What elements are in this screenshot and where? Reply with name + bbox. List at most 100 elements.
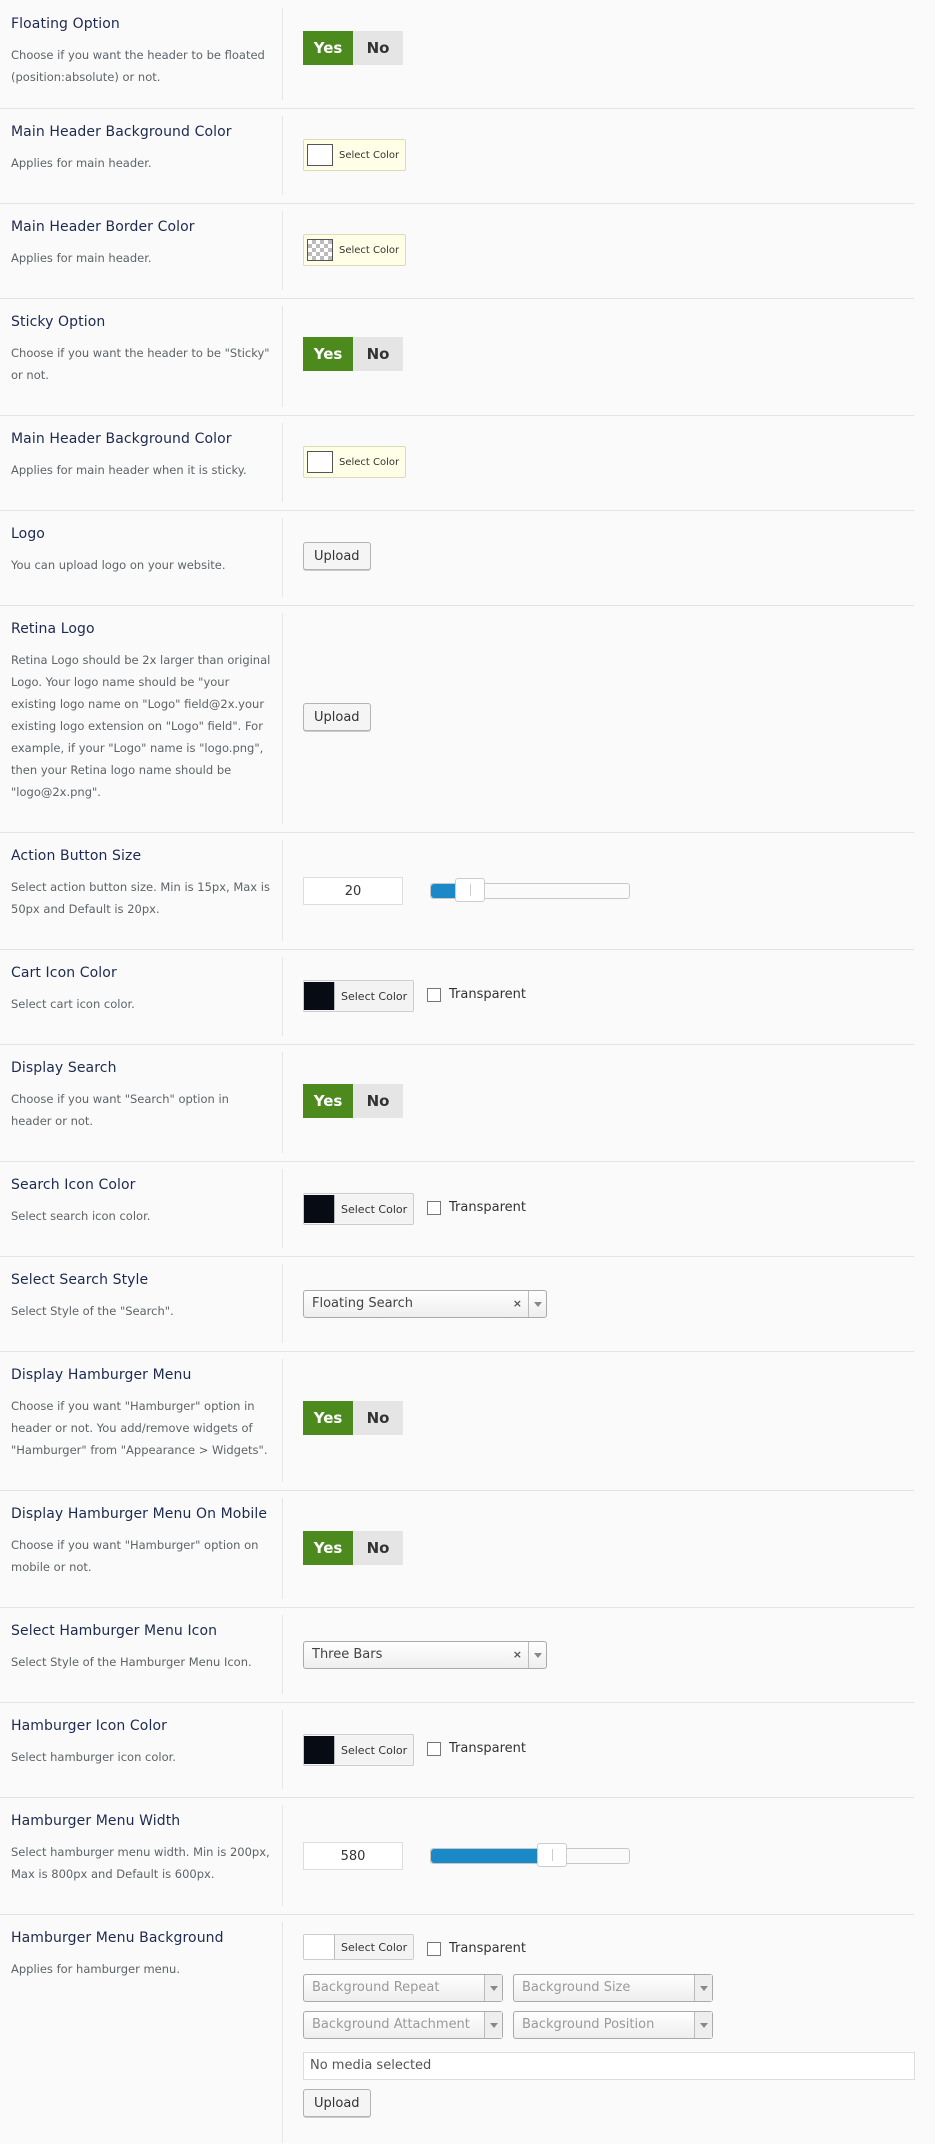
chevron-down-icon[interactable] [528, 1291, 546, 1317]
hamburger-icon-title: Select Hamburger Menu Icon [11, 1623, 218, 1639]
hamburger-width-desc: Select hamburger menu width. Min is 200p… [11, 1845, 270, 1881]
clear-selection-icon[interactable]: × [513, 1642, 522, 1668]
chevron-down-icon[interactable] [484, 1975, 502, 2001]
main-header-border-desc: Applies for main header. [11, 251, 152, 265]
sticky-option-title: Sticky Option [11, 314, 106, 330]
hamburger-bg-upload-button[interactable]: Upload [303, 2089, 371, 2117]
cart-transparent-option[interactable]: Transparent [427, 987, 526, 1002]
select-color-label: Select Color [334, 1195, 414, 1223]
retina-logo-title: Retina Logo [11, 621, 95, 637]
select-color-label: Select Color [339, 456, 400, 468]
hamburger-menu-switch[interactable]: Yes No [303, 1401, 403, 1435]
transparent-checkbox[interactable] [427, 1941, 441, 1956]
background-repeat-select[interactable]: Background Repeat [303, 1974, 503, 2002]
background-size-select[interactable]: Background Size [513, 1974, 713, 2002]
background-attachment-select[interactable]: Background Attachment [303, 2011, 503, 2039]
color-swatch [304, 1935, 334, 1959]
transparent-checkbox[interactable] [427, 1741, 441, 1756]
floating-yes-button[interactable]: Yes [303, 31, 353, 65]
slider-handle[interactable] [537, 1843, 568, 1867]
search-style-selected: Floating Search [312, 1296, 414, 1311]
hamburger-color-picker[interactable]: Select Color [303, 1734, 415, 1766]
floating-option-switch[interactable]: Yes No [303, 31, 403, 65]
search-style-select[interactable]: Floating Search × [303, 1290, 547, 1318]
hamburger-menu-desc: Choose if you want "Hamburger" option in… [11, 1399, 268, 1457]
chevron-down-icon[interactable] [694, 1975, 712, 2001]
transparent-checkbox[interactable] [427, 987, 441, 1002]
hamburger-bg-color-picker[interactable]: Select Color [303, 1934, 415, 1960]
cart-icon-color-picker[interactable]: Select Color [303, 980, 415, 1012]
slider-handle[interactable] [455, 878, 485, 902]
floating-option-title: Floating Option [11, 16, 120, 32]
hamburger-no-button[interactable]: No [353, 1401, 403, 1435]
hamburger-width-input[interactable]: 580 [303, 1842, 403, 1870]
search-icon-color-row: Search Icon Color Select search icon col… [0, 1161, 914, 1257]
sticky-header-bg-color-picker[interactable]: Select Color [303, 446, 407, 478]
hamburger-width-title: Hamburger Menu Width [11, 1813, 181, 1829]
chevron-down-icon[interactable] [528, 1642, 546, 1668]
hamburger-color-row: Hamburger Icon Color Select hamburger ic… [0, 1702, 914, 1798]
color-swatch [307, 451, 333, 473]
chevron-down-icon[interactable] [484, 2012, 502, 2038]
floating-no-button[interactable]: No [353, 31, 403, 65]
hamburger-transparent-option[interactable]: Transparent [427, 1741, 526, 1756]
display-search-switch[interactable]: Yes No [303, 1084, 403, 1118]
sticky-no-button[interactable]: No [353, 337, 403, 371]
hamburger-mobile-switch[interactable]: Yes No [303, 1531, 403, 1565]
hamburger-mobile-yes-button[interactable]: Yes [303, 1531, 353, 1565]
hamburger-bg-transparent-option[interactable]: Transparent [427, 1941, 526, 1956]
cart-icon-color-row: Cart Icon Color Select cart icon color. … [0, 949, 914, 1045]
background-position-select[interactable]: Background Position [513, 2011, 713, 2039]
color-swatch [304, 982, 334, 1010]
hamburger-mobile-desc: Choose if you want "Hamburger" option on… [11, 1538, 259, 1574]
select-color-label: Select Color [339, 244, 400, 256]
hamburger-icon-desc: Select Style of the Hamburger Menu Icon. [11, 1655, 252, 1669]
display-search-yes-button[interactable]: Yes [303, 1084, 353, 1118]
search-icon-color-desc: Select search icon color. [11, 1209, 151, 1223]
logo-upload-button[interactable]: Upload [303, 542, 371, 570]
hamburger-yes-button[interactable]: Yes [303, 1401, 353, 1435]
search-icon-color-picker[interactable]: Select Color [303, 1193, 415, 1225]
hamburger-bg-title: Hamburger Menu Background [11, 1930, 224, 1946]
logo-title: Logo [11, 526, 45, 542]
main-header-border-row: Main Header Border Color Applies for mai… [0, 203, 914, 299]
main-header-border-color-picker[interactable]: Select Color [303, 234, 407, 266]
hamburger-bg-row: Hamburger Menu Background Applies for ha… [0, 1914, 915, 2143]
color-swatch [307, 144, 333, 166]
hamburger-width-slider[interactable] [430, 1843, 630, 1867]
select-color-label: Select Color [334, 982, 414, 1010]
media-url-field[interactable]: No media selected [303, 2052, 915, 2080]
chevron-down-icon[interactable] [694, 2012, 712, 2038]
search-icon-color-title: Search Icon Color [11, 1177, 136, 1193]
transparent-label: Transparent [449, 987, 526, 1002]
sticky-yes-button[interactable]: Yes [303, 337, 353, 371]
floating-option-row: Floating Option Choose if you want the h… [0, 0, 914, 109]
retina-logo-upload-button[interactable]: Upload [303, 703, 371, 731]
sticky-option-desc: Choose if you want the header to be "Sti… [11, 346, 270, 382]
retina-logo-desc: Retina Logo should be 2x larger than ori… [11, 653, 271, 799]
background-position-placeholder: Background Position [522, 2017, 655, 2032]
hamburger-mobile-title: Display Hamburger Menu On Mobile [11, 1506, 268, 1522]
display-search-no-button[interactable]: No [353, 1084, 403, 1118]
main-header-bg-color-picker[interactable]: Select Color [303, 139, 407, 171]
hamburger-width-row: Hamburger Menu Width Select hamburger me… [0, 1797, 914, 1915]
search-style-title: Select Search Style [11, 1272, 149, 1288]
action-button-size-input[interactable]: 20 [303, 877, 403, 905]
hamburger-mobile-no-button[interactable]: No [353, 1531, 403, 1565]
action-button-size-slider[interactable] [430, 878, 630, 902]
transparent-checkbox[interactable] [427, 1200, 441, 1215]
sticky-header-bg-title: Main Header Background Color [11, 431, 232, 447]
sticky-option-switch[interactable]: Yes No [303, 337, 403, 371]
transparent-label: Transparent [449, 1741, 526, 1756]
display-search-title: Display Search [11, 1060, 117, 1076]
search-style-desc: Select Style of the "Search". [11, 1304, 174, 1318]
clear-selection-icon[interactable]: × [513, 1291, 522, 1317]
cart-icon-color-desc: Select cart icon color. [11, 997, 135, 1011]
hamburger-icon-select[interactable]: Three Bars × [303, 1641, 547, 1669]
hamburger-menu-title: Display Hamburger Menu [11, 1367, 192, 1383]
floating-option-desc: Choose if you want the header to be floa… [11, 48, 265, 84]
hamburger-icon-row: Select Hamburger Menu Icon Select Style … [0, 1607, 914, 1703]
display-search-row: Display Search Choose if you want "Searc… [0, 1044, 914, 1162]
search-transparent-option[interactable]: Transparent [427, 1200, 526, 1215]
display-search-desc: Choose if you want "Search" option in he… [11, 1092, 229, 1128]
